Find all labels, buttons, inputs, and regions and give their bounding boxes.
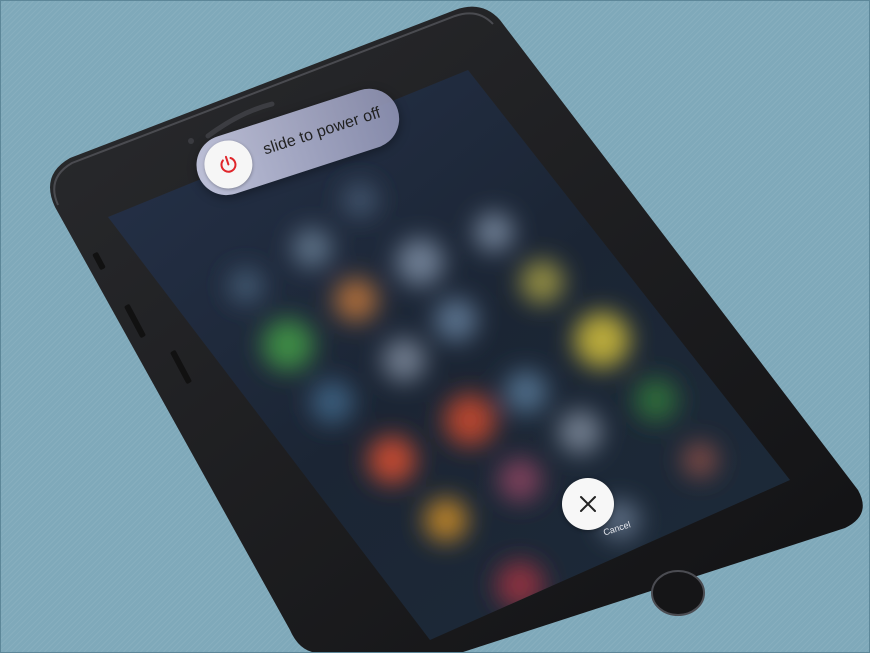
close-icon [580,496,596,512]
power-icon [220,155,237,173]
phone [50,6,863,653]
cancel-button[interactable] [562,478,614,530]
front-camera [188,138,194,144]
home-button [651,570,705,616]
power-off-knob[interactable] [198,134,259,195]
